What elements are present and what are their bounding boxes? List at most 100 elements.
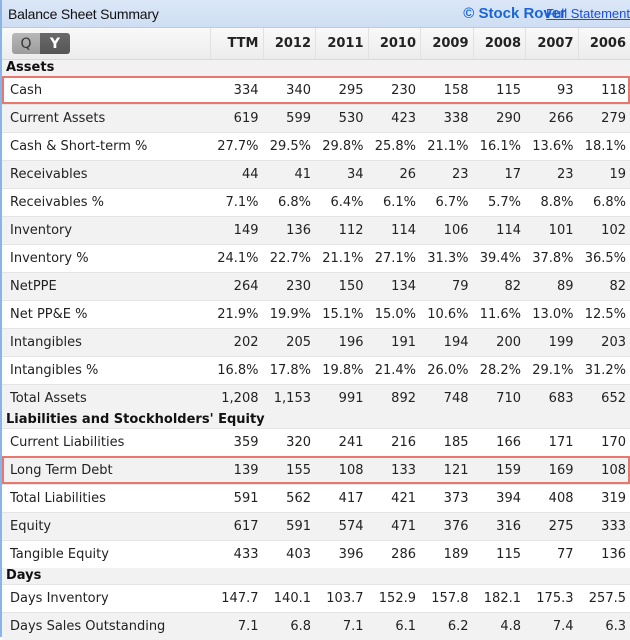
table-row[interactable]: Inventory149136112114106114101102	[2, 216, 630, 244]
cell-value: 373	[420, 491, 473, 506]
cell-value: 136	[578, 547, 630, 562]
cell-value: 11.6%	[473, 307, 526, 322]
table-row[interactable]: Total Assets1,2081,153991892748710683652	[2, 384, 630, 412]
cell-value: 334	[210, 83, 263, 98]
cell-value: 574	[315, 519, 368, 534]
cell-value: 77	[525, 547, 578, 562]
table-row[interactable]: Inventory %24.1%22.7%21.1%27.1%31.3%39.4…	[2, 244, 630, 272]
cell-value: 157.8	[420, 591, 473, 606]
cell-value: 23	[420, 167, 473, 182]
cell-value: 340	[263, 83, 316, 98]
cell-value: 19.9%	[263, 307, 316, 322]
cell-value: 316	[473, 519, 526, 534]
cell-value: 31.3%	[420, 251, 473, 266]
table-row[interactable]: Tangible Equity43340339628618911577136	[2, 540, 630, 568]
cell-value: 4.8	[473, 619, 526, 634]
table-row[interactable]: Current Liabilities359320241216185166171…	[2, 428, 630, 456]
cell-value: 149	[210, 223, 263, 238]
row-label: Total Liabilities	[2, 491, 210, 506]
cell-value: 562	[263, 491, 316, 506]
cell-value: 182.1	[473, 591, 526, 606]
cell-value: 6.8	[263, 619, 316, 634]
cell-value: 421	[368, 491, 421, 506]
cell-value: 171	[525, 435, 578, 450]
cell-value: 6.4%	[315, 195, 368, 210]
cell-value: 170	[578, 435, 630, 450]
cell-value: 530	[315, 111, 368, 126]
table-row[interactable]: NetPPE26423015013479828982	[2, 272, 630, 300]
cell-value: 41	[263, 167, 316, 182]
cell-value: 27.7%	[210, 139, 263, 154]
cell-value: 175.3	[525, 591, 578, 606]
cell-value: 6.2	[420, 619, 473, 634]
cell-value: 108	[578, 463, 630, 478]
table-row[interactable]: Cash33434029523015811593118	[2, 76, 630, 104]
table-row[interactable]: Days Inventory147.7140.1103.7152.9157.81…	[2, 584, 630, 612]
table-row[interactable]: Intangibles %16.8%17.8%19.8%21.4%26.0%28…	[2, 356, 630, 384]
column-header-2008[interactable]: 2008	[473, 28, 526, 59]
cell-value: 7.1%	[210, 195, 263, 210]
cell-value: 158	[420, 83, 473, 98]
cell-value: 166	[473, 435, 526, 450]
title-bar: Balance Sheet Summary © Stock Rover Full…	[2, 0, 630, 28]
cell-value: 710	[473, 391, 526, 406]
cell-value: 140.1	[263, 591, 316, 606]
cell-value: 185	[420, 435, 473, 450]
cell-value: 191	[368, 335, 421, 350]
cell-value: 216	[368, 435, 421, 450]
table-row[interactable]: Days Sales Outstanding7.16.87.16.16.24.8…	[2, 612, 630, 640]
cell-value: 36.5%	[578, 251, 630, 266]
cell-value: 6.8%	[263, 195, 316, 210]
full-statement-link[interactable]: Full Statement	[546, 6, 630, 21]
cell-value: 1,208	[210, 391, 263, 406]
cell-value: 230	[368, 83, 421, 98]
column-header-2010[interactable]: 2010	[368, 28, 421, 59]
cell-value: 93	[525, 83, 578, 98]
column-header-ttm[interactable]: TTM	[210, 28, 263, 59]
cell-value: 44	[210, 167, 263, 182]
table-row[interactable]: Cash & Short-term %27.7%29.5%29.8%25.8%2…	[2, 132, 630, 160]
column-header-2006[interactable]: 2006	[578, 28, 630, 59]
column-header-2009[interactable]: 2009	[420, 28, 473, 59]
table-row[interactable]: Equity617591574471376316275333	[2, 512, 630, 540]
column-header-2012[interactable]: 2012	[263, 28, 316, 59]
table-row[interactable]: Receivables %7.1%6.8%6.4%6.1%6.7%5.7%8.8…	[2, 188, 630, 216]
cell-value: 16.1%	[473, 139, 526, 154]
table-row[interactable]: Net PP&E %21.9%19.9%15.1%15.0%10.6%11.6%…	[2, 300, 630, 328]
cell-value: 591	[263, 519, 316, 534]
row-label: Cash & Short-term %	[2, 139, 210, 154]
yearly-toggle-button[interactable]: Y	[40, 33, 70, 54]
cell-value: 279	[578, 111, 630, 126]
quarterly-toggle-button[interactable]: Q	[12, 33, 40, 54]
cell-value: 423	[368, 111, 421, 126]
balance-sheet-panel: Balance Sheet Summary © Stock Rover Full…	[0, 0, 630, 637]
cell-value: 114	[473, 223, 526, 238]
column-header-row: Q Y TTM2012201120102009200820072006	[2, 28, 630, 60]
table-row[interactable]: Total Liabilities59156241742137339440831…	[2, 484, 630, 512]
table-row[interactable]: Receivables4441342623172319	[2, 160, 630, 188]
cell-value: 121	[420, 463, 473, 478]
balance-sheet-table: AssetsCash33434029523015811593118Current…	[2, 60, 630, 640]
table-row[interactable]: Current Assets619599530423338290266279	[2, 104, 630, 132]
section-header: Liabilities and Stockholders' Equity	[2, 412, 630, 428]
cell-value: 748	[420, 391, 473, 406]
table-row[interactable]: Intangibles202205196191194200199203	[2, 328, 630, 356]
cell-value: 24.1%	[210, 251, 263, 266]
cell-value: 21.1%	[315, 251, 368, 266]
table-row[interactable]: Long Term Debt139155108133121159169108	[2, 456, 630, 484]
cell-value: 101	[525, 223, 578, 238]
cell-value: 15.0%	[368, 307, 421, 322]
row-label: Long Term Debt	[2, 463, 210, 478]
cell-value: 155	[263, 463, 316, 478]
row-label: Days Inventory	[2, 591, 210, 606]
cell-value: 26.0%	[420, 363, 473, 378]
column-header-2011[interactable]: 2011	[315, 28, 368, 59]
cell-value: 37.8%	[525, 251, 578, 266]
cell-value: 89	[525, 279, 578, 294]
cell-value: 169	[525, 463, 578, 478]
cell-value: 39.4%	[473, 251, 526, 266]
column-header-2007[interactable]: 2007	[525, 28, 578, 59]
cell-value: 7.1	[210, 619, 263, 634]
cell-value: 203	[578, 335, 630, 350]
cell-value: 471	[368, 519, 421, 534]
